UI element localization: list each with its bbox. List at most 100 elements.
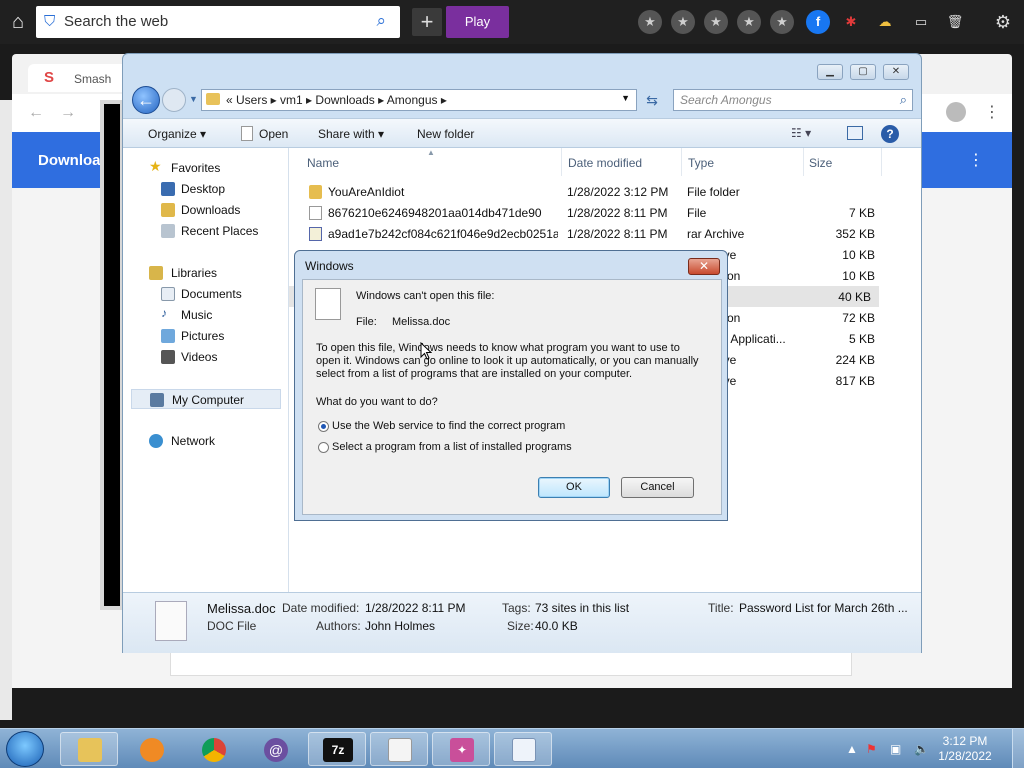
file-icon: [309, 206, 322, 220]
minimize-button[interactable]: ▁: [817, 64, 843, 80]
forward-arrow-icon[interactable]: →: [60, 104, 76, 122]
close-icon[interactable]: ✕: [688, 258, 720, 275]
show-desktop-button[interactable]: [1012, 729, 1024, 768]
option-web-service-label[interactable]: Use the Web service to find the correct …: [332, 420, 565, 432]
media-player-icon: [140, 738, 164, 762]
nav-documents[interactable]: Documents: [123, 284, 289, 304]
open-button[interactable]: Open: [259, 127, 288, 141]
search-icon[interactable]: ⌕: [900, 92, 907, 108]
nav-my-computer[interactable]: My Computer: [131, 389, 281, 409]
web-search-input[interactable]: ⛉ Search the web ⌕: [36, 6, 400, 38]
libraries-icon: [149, 266, 163, 280]
star-icon[interactable]: ★: [638, 10, 662, 34]
share-with-button[interactable]: Share with ▾: [318, 127, 384, 141]
nav-libraries[interactable]: Libraries: [123, 263, 289, 283]
weather-icon[interactable]: ☁: [873, 10, 897, 34]
pictures-icon: [161, 329, 175, 343]
refresh-icon[interactable]: ⇆: [641, 89, 663, 111]
taskbar-media-player[interactable]: [122, 732, 180, 766]
clock[interactable]: 3:12 PM 1/28/2022: [930, 734, 1000, 764]
search-input[interactable]: Search Amongus ⌕: [673, 89, 913, 111]
file-row[interactable]: YouAreAnIdiot 1/28/2022 3:12 PM File fol…: [289, 181, 921, 202]
nav-downloads[interactable]: Downloads: [123, 200, 289, 220]
at-icon: @: [264, 738, 288, 762]
detail-date-value[interactable]: 1/28/2022 8:11 PM: [365, 601, 466, 615]
more-icon[interactable]: ⋮: [984, 102, 1000, 122]
organize-button[interactable]: Organize ▾: [148, 127, 206, 141]
7zip-icon: 7z: [323, 738, 353, 762]
bug-icon[interactable]: ✱: [839, 10, 863, 34]
column-size[interactable]: Size: [809, 156, 832, 170]
taskbar-at-app[interactable]: @: [246, 732, 304, 766]
dialog-question: What do you want to do?: [316, 396, 438, 408]
computer-icon: [150, 393, 164, 407]
taskbar-7zip[interactable]: 7z: [308, 732, 366, 766]
detail-authors-value[interactable]: John Holmes: [365, 619, 435, 633]
volume-icon[interactable]: 🔈: [914, 742, 929, 756]
clock-time: 3:12 PM: [942, 734, 988, 748]
option-installed-programs-label[interactable]: Select a program from a list of installe…: [332, 441, 572, 453]
search-icon[interactable]: ⌕: [376, 11, 386, 31]
nav-network[interactable]: Network: [123, 431, 289, 451]
gear-icon[interactable]: ⚙: [991, 10, 1015, 34]
taskbar-star-app[interactable]: ✦: [432, 732, 490, 766]
taskbar-chrome[interactable]: [184, 732, 242, 766]
back-arrow-icon[interactable]: ←: [28, 104, 44, 122]
nav-pictures[interactable]: Pictures: [123, 326, 289, 346]
tray-expand-icon[interactable]: ▲: [846, 742, 858, 756]
taskbar-notepad[interactable]: [370, 732, 428, 766]
view-icon[interactable]: ☷ ▾: [791, 126, 811, 140]
star-icon[interactable]: ★: [671, 10, 695, 34]
cancel-button[interactable]: Cancel: [621, 477, 694, 498]
nav-music[interactable]: ♪ Music: [123, 305, 289, 325]
menu-icon[interactable]: ⋮: [968, 150, 984, 170]
column-date[interactable]: Date modified: [568, 156, 642, 170]
action-center-icon[interactable]: ⚑: [866, 742, 877, 756]
network-tray-icon[interactable]: ▣: [890, 742, 901, 756]
background-edge: [0, 100, 12, 720]
nav-recent-places[interactable]: Recent Places: [123, 221, 289, 241]
help-icon[interactable]: ?: [881, 125, 899, 143]
nav-favorites[interactable]: ★ Favorites: [123, 158, 289, 178]
column-name[interactable]: Name: [307, 156, 339, 170]
document-icon: [241, 126, 253, 141]
detail-title-value[interactable]: Password List for March 26th ...: [739, 601, 908, 615]
new-folder-button[interactable]: New folder: [417, 127, 474, 141]
nav-desktop[interactable]: Desktop: [123, 179, 289, 199]
preview-pane-icon[interactable]: [847, 126, 863, 140]
network-icon: [149, 434, 163, 448]
facebook-icon[interactable]: f: [806, 10, 830, 34]
avatar-icon[interactable]: [946, 102, 966, 122]
close-button[interactable]: ✕: [883, 64, 909, 80]
star-icon[interactable]: ★: [704, 10, 728, 34]
radio-installed-programs[interactable]: [318, 442, 329, 453]
back-button[interactable]: ←: [132, 86, 160, 114]
ok-button[interactable]: OK: [538, 477, 610, 498]
folder-icon[interactable]: ▭: [909, 10, 933, 34]
detail-filetype: DOC File: [207, 619, 257, 633]
dialog-paragraph-line: select from a list of programs that are …: [316, 368, 633, 380]
desktop-icon: [161, 182, 175, 196]
recent-pages-chevron-icon[interactable]: ▼: [189, 94, 198, 104]
star-icon[interactable]: ★: [770, 10, 794, 34]
radio-web-service[interactable]: [318, 421, 329, 432]
breadcrumb[interactable]: « Users ▸ vm1 ▸ Downloads ▸ Amongus ▸: [226, 93, 447, 107]
maximize-button[interactable]: ▢: [850, 64, 876, 80]
add-button[interactable]: +: [412, 8, 442, 36]
file-row[interactable]: a9ad1e7b242cf084c621f046e9d2ecb0251a... …: [289, 223, 921, 244]
start-button[interactable]: [6, 731, 44, 767]
trash-icon[interactable]: 🗑: [943, 10, 967, 34]
taskbar-file[interactable]: [494, 732, 552, 766]
play-button[interactable]: Play: [446, 6, 509, 38]
chevron-down-icon[interactable]: ▼: [621, 93, 630, 103]
home-icon[interactable]: ⌂: [6, 10, 30, 34]
address-bar[interactable]: « Users ▸ vm1 ▸ Downloads ▸ Amongus ▸ ▼: [201, 89, 637, 111]
nav-videos[interactable]: Videos: [123, 347, 289, 367]
star-icon[interactable]: ★: [737, 10, 761, 34]
detail-tags-value[interactable]: 73 sites in this list: [535, 601, 629, 615]
column-type[interactable]: Type: [688, 156, 714, 170]
file-row[interactable]: 8676210e6246948201aa014db471de90 1/28/20…: [289, 202, 921, 223]
background-panel: [170, 650, 852, 676]
forward-button[interactable]: [162, 88, 186, 112]
taskbar-explorer[interactable]: [60, 732, 118, 766]
